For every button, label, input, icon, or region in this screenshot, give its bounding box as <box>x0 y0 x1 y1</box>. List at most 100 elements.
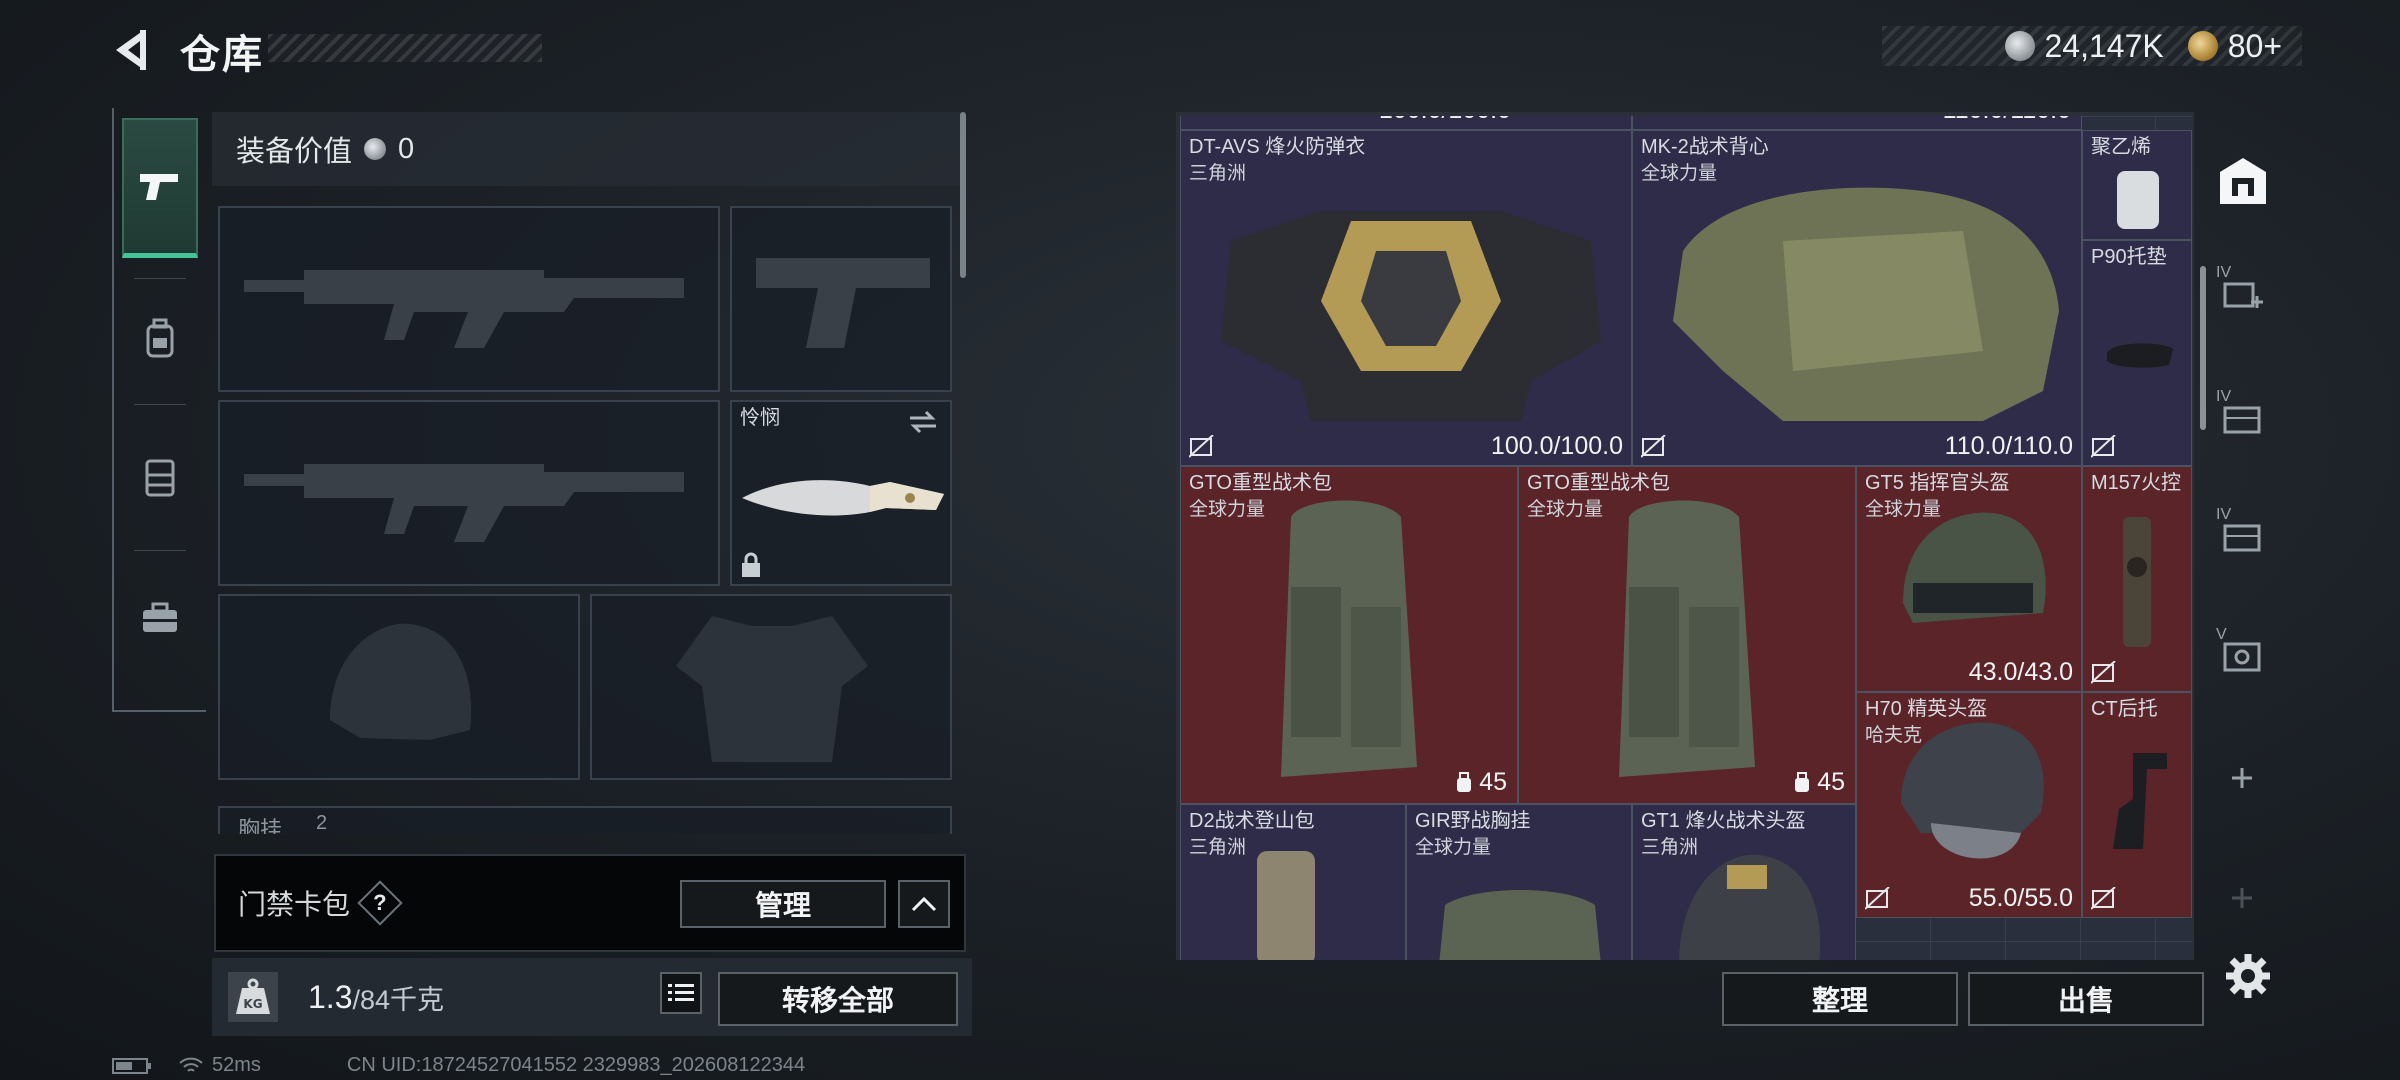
stash-item-gt5-helmet[interactable]: GT5 指挥官头盔 全球力量 43.0/43.0 <box>1856 466 2082 692</box>
keycard-manage-button[interactable]: 管理 <box>680 880 886 928</box>
stash-tab-container-3[interactable]: IV <box>2212 504 2272 564</box>
stash-item-partial[interactable]: 110.0/110.0 <box>1632 116 2082 130</box>
settings-button[interactable] <box>2222 950 2274 1002</box>
no-insure-icon <box>2091 661 2116 684</box>
knife-icon <box>742 480 944 516</box>
melee-name: 怜悯 <box>740 407 780 429</box>
equipment-value: 0 <box>398 132 415 165</box>
backpack-icon <box>1257 851 1315 960</box>
svg-text:KG: KG <box>243 997 262 1011</box>
backpack-icon <box>1281 500 1417 777</box>
loadout-scrollbar[interactable] <box>960 112 966 278</box>
buttpad-icon <box>2107 343 2173 368</box>
stash-item-partial[interactable]: 100.0/100.0 <box>1180 116 1632 130</box>
list-icon <box>668 984 694 1001</box>
stock-icon <box>2113 753 2167 849</box>
stash-item-gto-backpack[interactable]: GTO重型战术包 全球力量 45 <box>1180 466 1518 804</box>
list-view-button[interactable] <box>660 972 702 1014</box>
gold-coin-icon <box>2187 31 2218 61</box>
ping-text: 52ms <box>212 1054 261 1076</box>
sell-button[interactable]: 出售 <box>1968 972 2204 1026</box>
loadout-category-rail <box>112 108 206 712</box>
no-insure-icon <box>1189 435 1214 458</box>
weight-max: /84千克 <box>352 984 445 1015</box>
organize-button[interactable]: 整理 <box>1722 972 1958 1026</box>
collapse-button[interactable] <box>898 880 950 928</box>
no-insure-icon <box>1865 887 1890 910</box>
wifi-icon <box>179 1057 203 1072</box>
rifle-silhouette-icon <box>244 270 684 348</box>
stash-item-gto-backpack[interactable]: GTO重型战术包 全球力量 45 <box>1518 466 1856 804</box>
capacity-bag-icon <box>1457 771 1472 792</box>
stash-item-polyethylene[interactable]: 聚乙烯 <box>2082 130 2192 240</box>
stash-item-d2-backpack[interactable]: D2战术登山包 三角洲 <box>1180 804 1406 960</box>
stash-scrollbar[interactable] <box>2200 266 2206 430</box>
back-button[interactable] <box>108 24 158 76</box>
stash-item-mk2-vest[interactable]: MK-2战术背心 全球力量 110.0/110.0 <box>1632 130 2082 466</box>
stash-item-m157[interactable]: M157火控 <box>2082 466 2192 692</box>
chest-rig-icon <box>1439 890 1601 960</box>
primary-weapon-slot[interactable] <box>218 206 720 392</box>
page-title: 仓库 <box>180 33 264 77</box>
battery-icon <box>112 1057 151 1074</box>
stash-item-dt-avs-armor[interactable]: DT-AVS 烽火防弹衣 三角洲 100.0/100.0 <box>1180 130 1632 466</box>
briefcase-icon <box>143 602 177 632</box>
no-insure-icon <box>2091 435 2116 458</box>
pistol-icon <box>140 173 178 200</box>
plus-icon <box>2232 888 2252 908</box>
stash-item-p90-pad[interactable]: P90托垫 <box>2082 240 2192 466</box>
capacity-bag-icon <box>1795 771 1810 792</box>
keycard-label: 门禁卡包 <box>238 889 351 920</box>
loadout-panel: 装备价值 0 怜悯 胸挂 2 <box>212 112 972 840</box>
tactical-vest-icon <box>1673 187 2059 421</box>
silver-coin-icon <box>2004 31 2035 61</box>
stash-item-h70-helmet[interactable]: H70 精英头盔 哈夫克 55.0/55.0 <box>1856 692 2082 918</box>
transfer-all-button[interactable]: 转移全部 <box>718 972 958 1026</box>
polyethylene-roll-icon <box>2117 171 2159 229</box>
backpack-icon <box>146 318 174 358</box>
backpack-icon <box>1619 500 1755 777</box>
stash-tab-add-container[interactable]: IV <box>2212 262 2272 322</box>
secondary-weapon-slot[interactable] <box>218 400 720 586</box>
tab-weapons[interactable] <box>122 118 198 258</box>
chest-rig-label: 胸挂 <box>238 817 283 834</box>
equipment-value-row: 装备价值 0 <box>212 112 964 186</box>
gear-icon <box>2226 954 2270 998</box>
chest-rig-section[interactable]: 胸挂 2 <box>218 806 952 834</box>
gold-balance[interactable]: 80+ <box>2228 28 2282 65</box>
pistol-slot[interactable] <box>730 206 952 392</box>
stash-item-gir-chest-rig[interactable]: GIR野战胸挂 全球力量 <box>1406 804 1632 960</box>
status-line: 52ms CN UID:18724527041552 2329983_20260… <box>112 1054 805 1077</box>
back-arrow-icon <box>116 30 146 70</box>
stash-item-gt1-helmet[interactable]: GT1 烽火战术头盔 三角洲 <box>1632 804 1856 960</box>
help-icon: ? <box>373 889 387 915</box>
stash-grid: 100.0/100.0 110.0/110.0 DT-AVS 烽火防弹衣 三角洲… <box>1180 116 2192 960</box>
tab-chest-rig[interactable] <box>122 438 198 518</box>
rifle-silhouette-icon <box>244 464 684 542</box>
helmet-icon <box>1679 854 1821 960</box>
stash-tab-container-4[interactable]: V <box>2212 624 2272 684</box>
fire-control-icon <box>2123 517 2151 647</box>
helmet-silhouette-icon <box>330 623 472 740</box>
swap-icon[interactable] <box>906 408 940 436</box>
equipment-value-label: 装备价值 <box>236 136 353 168</box>
tab-toolbox[interactable] <box>122 578 198 658</box>
currency-bar: 24,147K 80+ <box>1882 26 2302 66</box>
melee-slot[interactable]: 怜悯 <box>730 400 952 586</box>
stash-tab-main[interactable] <box>2212 146 2274 216</box>
silver-balance: 24,147K <box>2044 27 2164 64</box>
stash-add-tab-button[interactable] <box>2212 748 2272 808</box>
keycard-help-button[interactable]: ? <box>357 880 403 926</box>
lock-icon <box>742 552 760 577</box>
chevron-up-icon <box>911 896 937 912</box>
stash-tab-container-2[interactable]: IV <box>2212 386 2272 446</box>
weight-kg-icon: KG <box>228 972 278 1022</box>
tab-backpack[interactable] <box>122 298 198 378</box>
body-armor-slot[interactable] <box>590 594 952 780</box>
chest-rig-count: 2 <box>316 812 328 834</box>
pistol-silhouette-icon <box>756 258 930 348</box>
stash-home-icon <box>2220 158 2266 204</box>
title-decoration <box>268 34 542 62</box>
stash-item-ct-stock[interactable]: CT后托 <box>2082 692 2192 918</box>
helmet-slot[interactable] <box>218 594 580 780</box>
